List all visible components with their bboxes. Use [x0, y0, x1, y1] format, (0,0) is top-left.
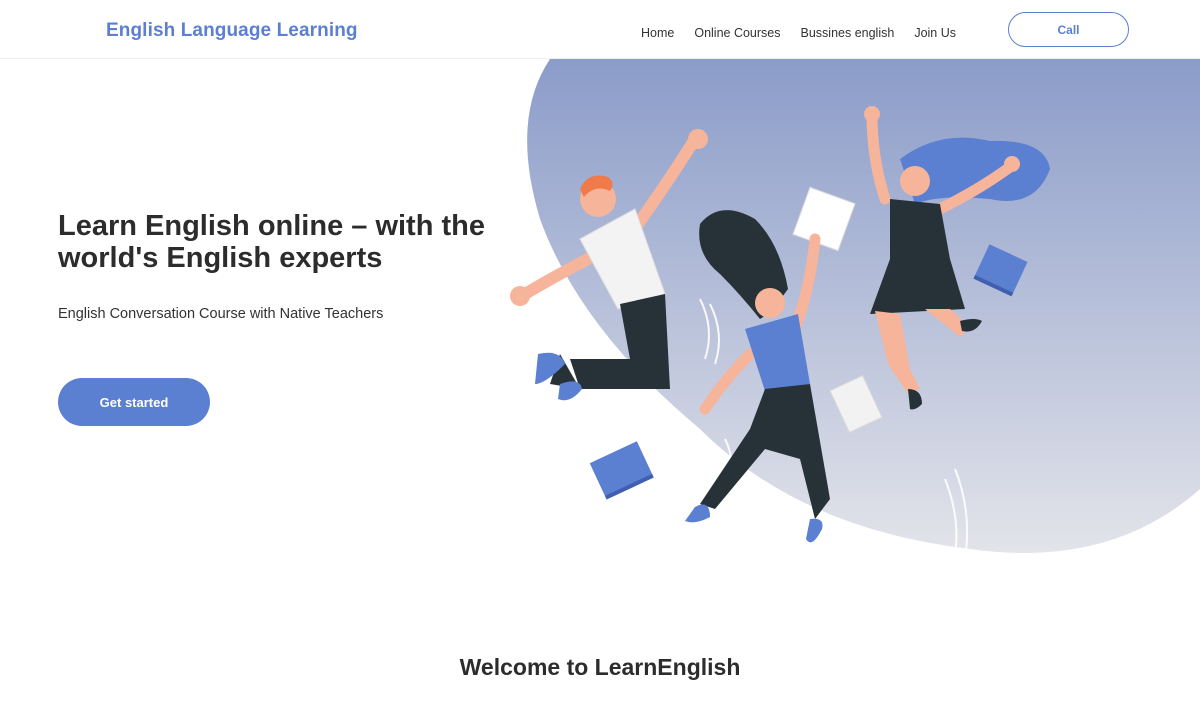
- top-header: English Language Learning Home Online Co…: [0, 0, 1200, 59]
- nav-join-us[interactable]: Join Us: [914, 26, 956, 40]
- nav-home[interactable]: Home: [641, 26, 674, 40]
- get-started-button[interactable]: Get started: [58, 378, 210, 426]
- main-nav: Home Online Courses Bussines english Joi…: [641, 26, 956, 40]
- nav-online-courses[interactable]: Online Courses: [694, 26, 780, 40]
- hero-subtitle: English Conversation Course with Native …: [58, 306, 384, 322]
- jumping-people-illustration: [510, 59, 1200, 580]
- call-button[interactable]: Call: [1008, 12, 1129, 47]
- brand-logo[interactable]: English Language Learning: [106, 20, 358, 42]
- nav-business-english[interactable]: Bussines english: [801, 26, 895, 40]
- welcome-heading: Welcome to LearnEnglish: [459, 654, 741, 680]
- book-icon: [589, 441, 654, 500]
- hero-title: Learn English online – with the world's …: [58, 210, 485, 274]
- landing-page: English Language Learning Home Online Co…: [0, 0, 1200, 710]
